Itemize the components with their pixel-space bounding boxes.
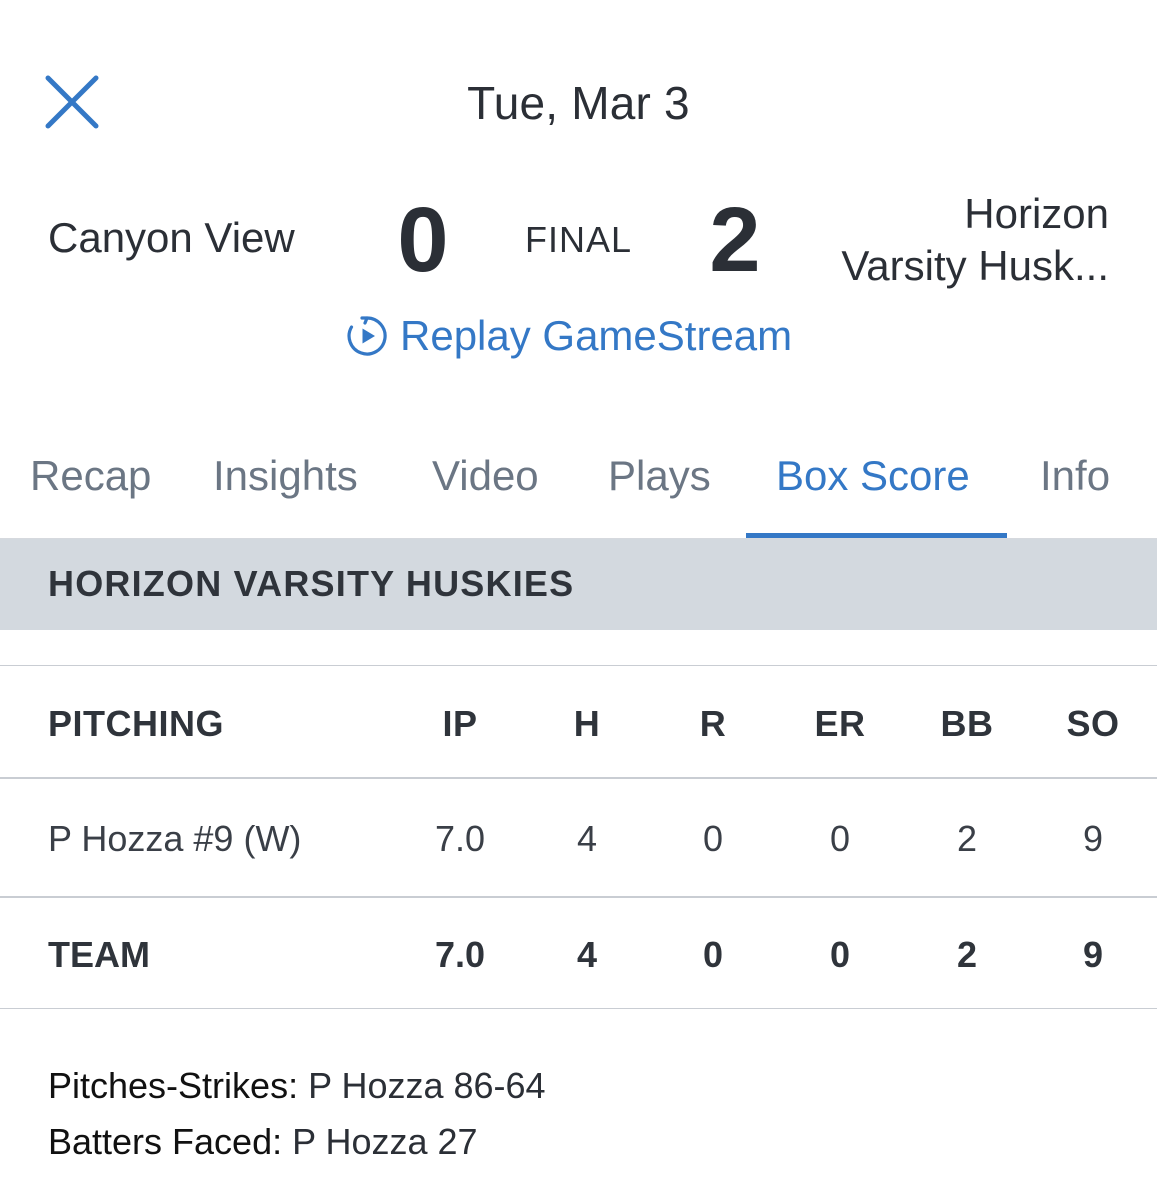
home-team-name-line1: Horizon (964, 190, 1109, 237)
team-stat-er: 0 (829, 934, 851, 975)
tab-box-score[interactable]: Box Score (776, 452, 970, 500)
batters-faced-label: Batters Faced: (48, 1121, 283, 1162)
player-name[interactable]: P Hozza #9 (W) (48, 818, 301, 860)
tab-recap[interactable]: Recap (30, 452, 151, 500)
team-stat-so: 9 (1082, 934, 1104, 975)
stat-r: 0 (702, 818, 724, 859)
column-header-er: ER (814, 703, 866, 744)
tab-video[interactable]: Video (432, 452, 539, 500)
team-stat-h: 4 (576, 934, 598, 975)
pitches-strikes-note: Pitches-Strikes: P Hozza 86-64 (48, 1058, 546, 1114)
stat-er: 0 (829, 818, 851, 859)
divider (0, 896, 1157, 898)
divider (0, 777, 1157, 779)
column-header-h: H (573, 703, 601, 744)
page-title: Tue, Mar 3 (467, 77, 690, 129)
stat-h: 4 (576, 818, 598, 859)
tab-insights[interactable]: Insights (213, 452, 358, 500)
team-section-title: HORIZON VARSITY HUSKIES (48, 563, 575, 604)
pitching-notes: Pitches-Strikes: P Hozza 86-64 Batters F… (48, 1058, 546, 1170)
column-header-pitching: PITCHING (48, 703, 225, 744)
column-header-r: R (699, 703, 727, 744)
home-team-name: Horizon Varsity Husk... (769, 188, 1109, 292)
batters-faced-value: P Hozza 27 (292, 1121, 478, 1162)
tab-bar: Recap Insights Video Plays Box Score Inf… (0, 440, 1157, 539)
home-team-name-line2: Varsity Husk... (841, 242, 1109, 289)
replay-gamestream-label: Replay GameStream (400, 312, 793, 359)
team-section-header: HORIZON VARSITY HUSKIES (0, 539, 1157, 630)
tab-info[interactable]: Info (1040, 452, 1110, 500)
batters-faced-note: Batters Faced: P Hozza 27 (48, 1114, 546, 1170)
tab-plays[interactable]: Plays (608, 452, 711, 500)
pitches-strikes-value: P Hozza 86-64 (308, 1065, 546, 1106)
away-team-name: Canyon View (48, 214, 295, 261)
divider (0, 665, 1157, 666)
game-status: FINAL (524, 219, 633, 260)
away-team-score: 0 (397, 189, 449, 291)
team-totals-label: TEAM (48, 934, 150, 975)
team-stat-ip: 7.0 (434, 934, 486, 975)
replay-gamestream-link[interactable]: Replay GameStream (344, 312, 792, 360)
divider (0, 1008, 1157, 1009)
stat-bb: 2 (956, 818, 978, 859)
stat-so: 9 (1082, 818, 1104, 859)
column-header-bb: BB (940, 703, 994, 744)
home-team-score: 2 (709, 189, 761, 291)
active-tab-indicator (746, 533, 1007, 538)
stat-ip: 7.0 (434, 818, 486, 859)
team-stat-r: 0 (702, 934, 724, 975)
replay-play-icon (347, 316, 387, 356)
column-header-so: SO (1066, 703, 1120, 744)
column-header-ip: IP (442, 703, 478, 744)
team-stat-bb: 2 (956, 934, 978, 975)
pitches-strikes-label: Pitches-Strikes: (48, 1065, 299, 1106)
